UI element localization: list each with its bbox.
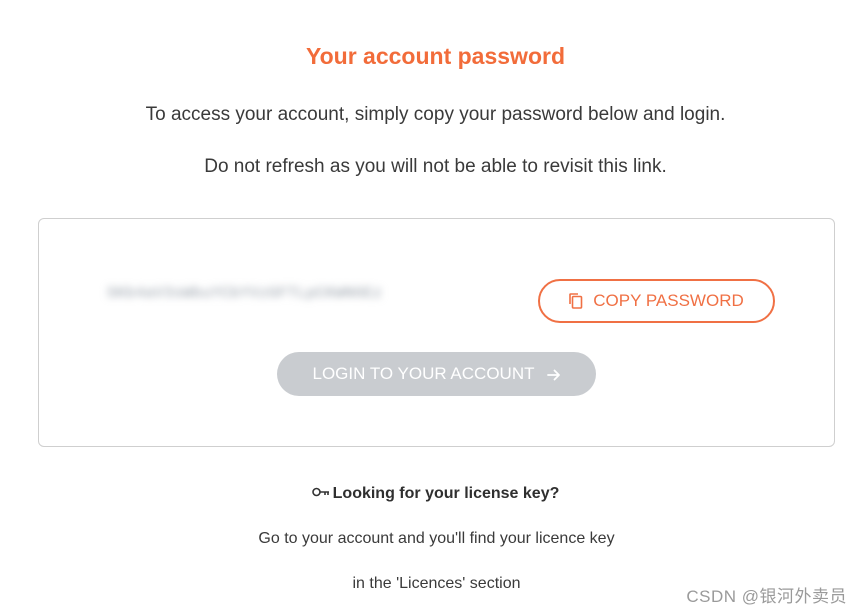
copy-password-label: COPY PASSWORD bbox=[593, 291, 744, 310]
login-button[interactable]: LOGIN TO YOUR ACCOUNT bbox=[277, 352, 596, 396]
key-icon bbox=[311, 485, 330, 497]
license-instruction-1: Go to your account and you'll find your … bbox=[258, 530, 615, 547]
copy-icon bbox=[569, 293, 583, 309]
copy-password-button[interactable]: COPY PASSWORD bbox=[538, 279, 775, 323]
watermark: CSDN @银河外卖员 bbox=[686, 587, 847, 606]
password-card: SKb4aV3sWbuYCbYVzGFTLpCKWN6Ez COPY PASSW… bbox=[38, 218, 835, 447]
arrow-right-icon bbox=[546, 367, 561, 381]
login-button-label: LOGIN TO YOUR ACCOUNT bbox=[312, 364, 535, 383]
license-heading-text: Looking for your license key? bbox=[332, 485, 560, 502]
license-heading: Looking for your license key? bbox=[0, 485, 861, 503]
instruction-text: To access your account, simply copy your… bbox=[145, 104, 726, 125]
password-value[interactable]: SKb4aV3sWbuYCbYVzGFTLpCKWN6Ez bbox=[107, 285, 497, 303]
page-title: Your account password bbox=[305, 43, 565, 69]
warning-text: Do not refresh as you will not be able t… bbox=[204, 156, 667, 177]
